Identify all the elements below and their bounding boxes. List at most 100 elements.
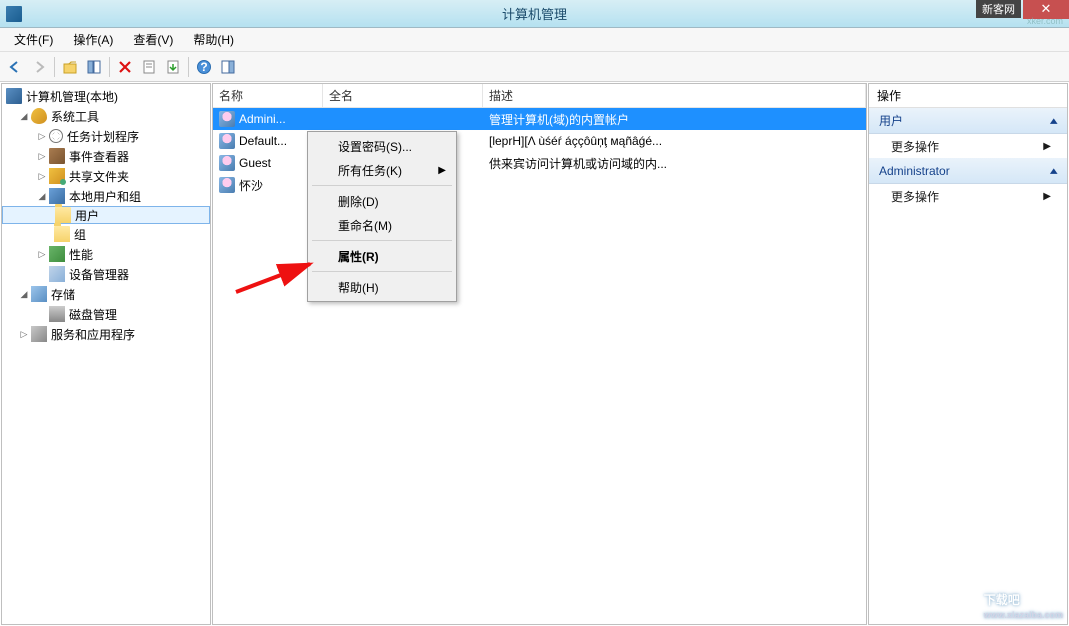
collapse-arrow-icon: ▴ [1050, 164, 1058, 177]
actions-more-users[interactable]: 更多操作 ▶ [869, 134, 1067, 158]
show-hide-tree-button[interactable] [83, 56, 105, 78]
performance-icon [49, 246, 65, 262]
ctx-separator [312, 185, 452, 186]
actions-link-label: 更多操作 [891, 188, 939, 205]
column-header-description[interactable]: 描述 [483, 84, 866, 107]
user-name: Admini... [239, 112, 286, 126]
blank-expander [36, 268, 48, 280]
tree-task-scheduler[interactable]: ▷任务计划程序 [2, 126, 210, 146]
list-row-administrator[interactable]: Admini... 管理计算机(域)的内置帐户 [213, 108, 866, 130]
expand-icon[interactable]: ▷ [36, 248, 48, 260]
watermark-small: xker.com [1027, 16, 1063, 26]
user-description: 管理计算机(域)的内置帐户 [483, 111, 866, 128]
ctx-all-tasks[interactable]: 所有任务(K)▶ [310, 158, 454, 182]
actions-pane-title: 操作 [869, 84, 1067, 108]
ctx-rename[interactable]: 重命名(M) [310, 213, 454, 237]
action-pane-button[interactable] [217, 56, 239, 78]
user-icon [219, 133, 235, 149]
submenu-arrow-icon: ▶ [1043, 191, 1051, 202]
tree-disk-management[interactable]: 磁盘管理 [2, 304, 210, 324]
tree-root[interactable]: 计算机管理(本地) [2, 86, 210, 106]
titlebar: 计算机管理 新客网 ✕ xker.com [0, 0, 1069, 28]
up-button[interactable] [59, 56, 81, 78]
expand-icon[interactable]: ▷ [36, 130, 48, 142]
ctx-properties[interactable]: 属性(R) [310, 244, 454, 268]
menu-file[interactable]: 文件(F) [4, 28, 63, 51]
blank-expander [36, 308, 48, 320]
tools-icon [31, 108, 47, 124]
user-description: [leprH][Λ ùśéŕ áççôûņţ мąñâǵé... [483, 134, 866, 148]
window-title: 计算机管理 [502, 4, 567, 23]
share-icon [49, 168, 65, 184]
storage-icon [31, 286, 47, 302]
expand-icon[interactable]: ▷ [36, 150, 48, 162]
ctx-help[interactable]: 帮助(H) [310, 275, 454, 299]
services-icon [31, 326, 47, 342]
actions-link-label: 更多操作 [891, 138, 939, 155]
user-icon [219, 111, 235, 127]
clock-icon [49, 129, 63, 143]
collapse-icon[interactable]: ◢ [36, 190, 48, 202]
tree-panel[interactable]: 计算机管理(本地) ◢系统工具 ▷任务计划程序 ▷事件查看器 ▷共享文件夹 ◢本… [1, 83, 211, 625]
tree-services-apps[interactable]: ▷服务和应用程序 [2, 324, 210, 344]
submenu-arrow-icon: ▶ [1043, 141, 1051, 152]
actions-panel: 操作 用户 ▴ 更多操作 ▶ Administrator ▴ 更多操作 ▶ [868, 83, 1068, 625]
device-icon [49, 266, 65, 282]
user-icon [219, 177, 235, 193]
properties-button[interactable] [138, 56, 160, 78]
users-icon [49, 188, 65, 204]
expand-icon[interactable]: ▷ [36, 170, 48, 182]
back-button[interactable] [4, 56, 26, 78]
help-button[interactable]: ? [193, 56, 215, 78]
ctx-separator [312, 271, 452, 272]
menu-view[interactable]: 查看(V) [123, 28, 183, 51]
export-button[interactable] [162, 56, 184, 78]
tree-local-users-groups[interactable]: ◢本地用户和组 [2, 186, 210, 206]
submenu-arrow-icon: ▶ [438, 165, 446, 176]
tree-users-folder[interactable]: 用户 [2, 206, 210, 224]
main-area: 计算机管理(本地) ◢系统工具 ▷任务计划程序 ▷事件查看器 ▷共享文件夹 ◢本… [0, 82, 1069, 626]
forward-button[interactable] [28, 56, 50, 78]
delete-button[interactable] [114, 56, 136, 78]
actions-section-label: Administrator [879, 164, 950, 178]
column-header-fullname[interactable]: 全名 [323, 84, 483, 107]
tree-system-tools[interactable]: ◢系统工具 [2, 106, 210, 126]
folder-icon [55, 207, 71, 223]
user-name: Guest [239, 156, 271, 170]
menubar: 文件(F) 操作(A) 查看(V) 帮助(H) [0, 28, 1069, 52]
menu-help[interactable]: 帮助(H) [183, 28, 244, 51]
site-badge: 新客网 [976, 0, 1021, 18]
user-name: Default... [239, 134, 287, 148]
collapse-icon[interactable]: ◢ [18, 110, 30, 122]
event-icon [49, 148, 65, 164]
ctx-delete[interactable]: 删除(D) [310, 189, 454, 213]
tree-groups-folder[interactable]: 组 [2, 224, 210, 244]
tree-storage[interactable]: ◢存储 [2, 284, 210, 304]
expand-icon[interactable]: ▷ [18, 328, 30, 340]
ctx-separator [312, 240, 452, 241]
menu-action[interactable]: 操作(A) [63, 28, 123, 51]
disk-icon [49, 306, 65, 322]
folder-icon [54, 226, 70, 242]
tree-event-viewer[interactable]: ▷事件查看器 [2, 146, 210, 166]
ctx-set-password[interactable]: 设置密码(S)... [310, 134, 454, 158]
column-header-name[interactable]: 名称 [213, 84, 323, 107]
tree-shared-folders[interactable]: ▷共享文件夹 [2, 166, 210, 186]
actions-section-administrator[interactable]: Administrator ▴ [869, 158, 1067, 184]
computer-mgmt-icon [6, 88, 22, 104]
actions-section-label: 用户 [879, 112, 903, 129]
tree-device-manager[interactable]: 设备管理器 [2, 264, 210, 284]
user-name: 怀沙 [239, 177, 263, 194]
collapse-icon[interactable]: ◢ [18, 288, 30, 300]
list-header: 名称 全名 描述 [213, 84, 866, 108]
actions-section-users[interactable]: 用户 ▴ [869, 108, 1067, 134]
tree-performance[interactable]: ▷性能 [2, 244, 210, 264]
user-icon [219, 155, 235, 171]
context-menu: 设置密码(S)... 所有任务(K)▶ 删除(D) 重命名(M) 属性(R) 帮… [307, 131, 457, 302]
svg-text:?: ? [200, 60, 207, 74]
user-description: 供来宾访问计算机或访问域的内... [483, 155, 866, 172]
app-icon [6, 6, 22, 22]
collapse-arrow-icon: ▴ [1050, 114, 1058, 127]
actions-more-admin[interactable]: 更多操作 ▶ [869, 184, 1067, 208]
toolbar: ? [0, 52, 1069, 82]
